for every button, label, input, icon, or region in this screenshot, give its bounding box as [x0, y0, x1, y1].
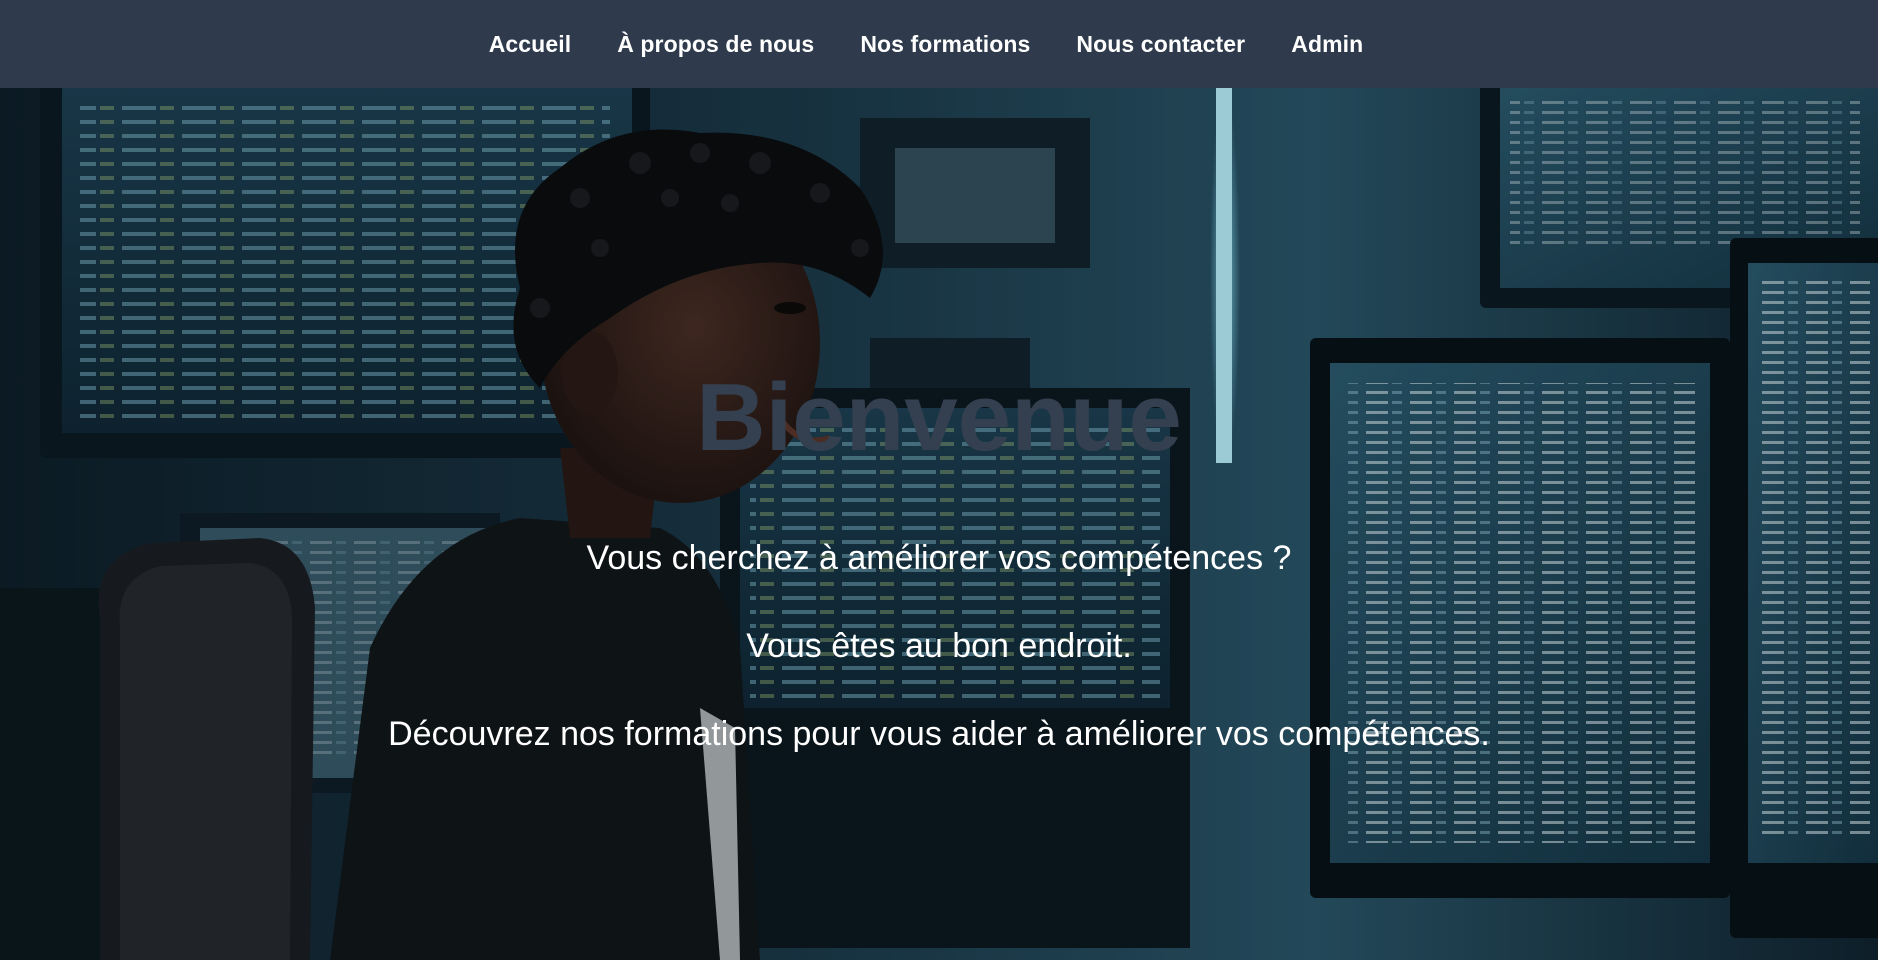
top-navbar: Accueil À propos de nous Nos formations …: [0, 0, 1878, 88]
hero-section: Bienvenue Vous cherchez à améliorer vos …: [0, 88, 1878, 960]
nav-link-formations[interactable]: Nos formations: [860, 31, 1030, 58]
nav-link-accueil[interactable]: Accueil: [489, 31, 572, 58]
hero-title: Bienvenue: [696, 364, 1182, 471]
nav-link-contact[interactable]: Nous contacter: [1076, 31, 1245, 58]
hero-line-3: Découvrez nos formations pour vous aider…: [388, 715, 1490, 753]
hero-line-2: Vous êtes au bon endroit.: [746, 627, 1132, 665]
nav-link-a-propos[interactable]: À propos de nous: [617, 31, 814, 58]
hero-line-1: Vous cherchez à améliorer vos compétence…: [586, 539, 1292, 577]
hero-content: Bienvenue Vous cherchez à améliorer vos …: [0, 88, 1878, 960]
nav-links: Accueil À propos de nous Nos formations …: [489, 31, 1364, 58]
nav-link-admin[interactable]: Admin: [1291, 31, 1363, 58]
